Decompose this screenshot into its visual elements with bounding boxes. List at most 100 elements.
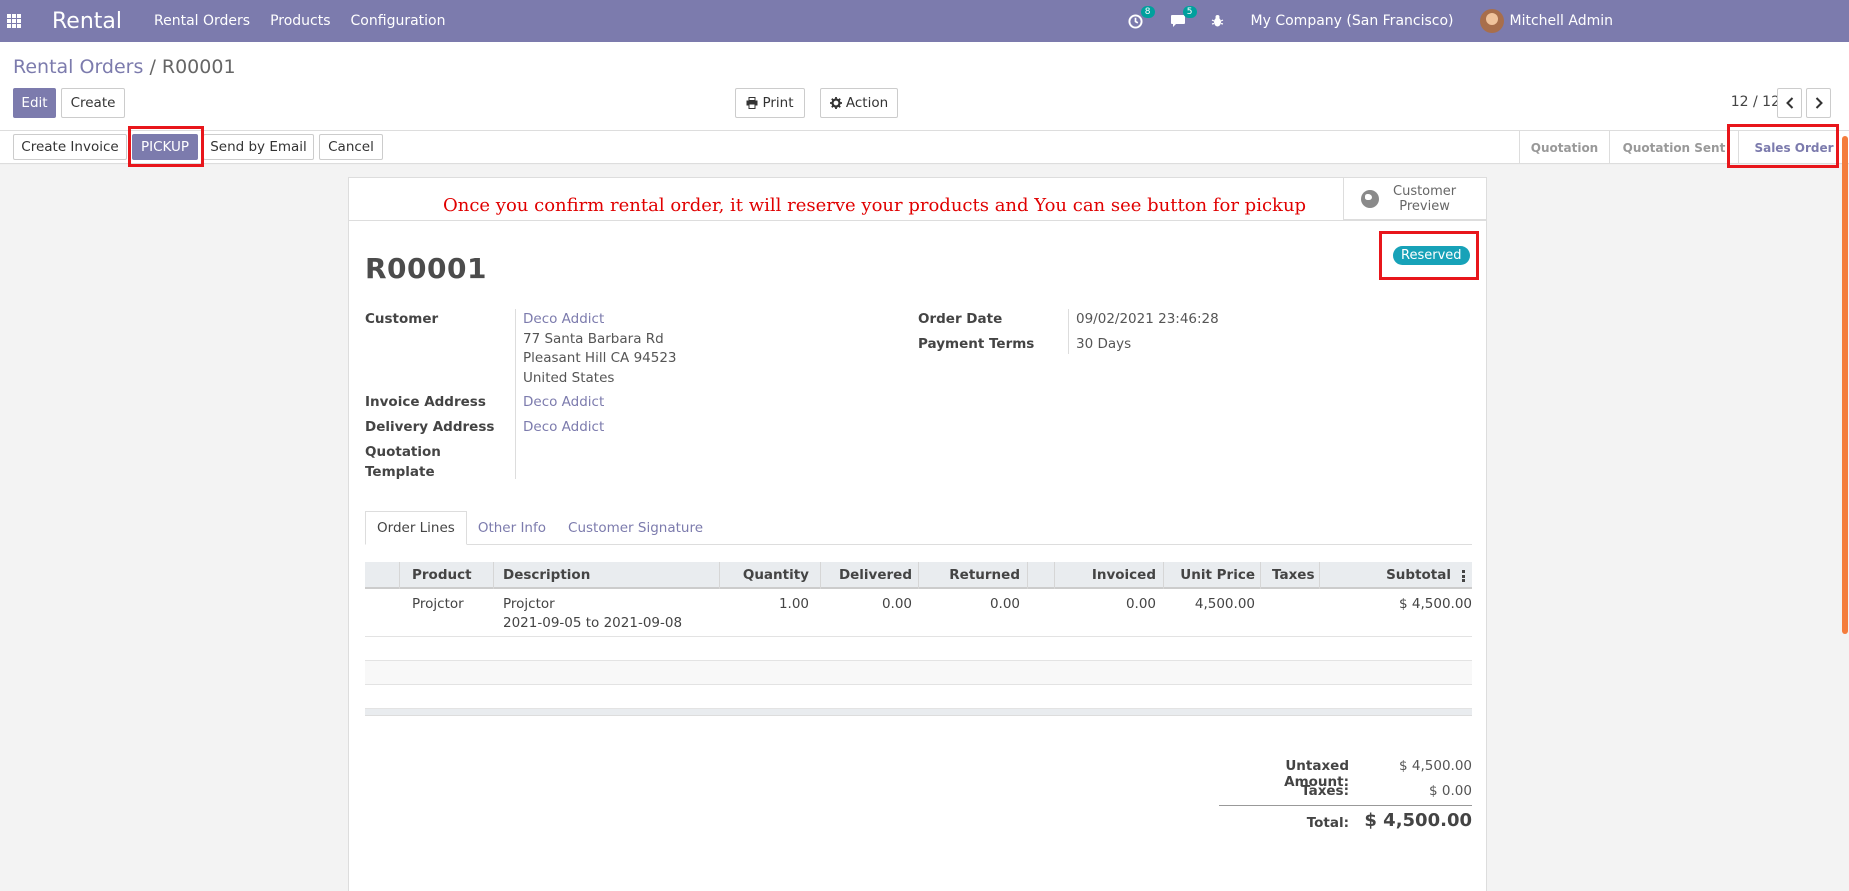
column-header-quantity[interactable]: Quantity xyxy=(719,562,809,589)
create-button[interactable]: Create xyxy=(61,88,125,118)
customer-preview-line2: Preview xyxy=(1399,198,1450,214)
column-header-delivered[interactable]: Delivered xyxy=(820,562,912,589)
column-separator xyxy=(1260,562,1261,589)
chevron-right-icon xyxy=(1815,97,1823,109)
pager-value[interactable]: 12 / 12 xyxy=(1731,94,1780,110)
row-unit-price: 4,500.00 xyxy=(1194,596,1255,612)
totals-divider xyxy=(1219,805,1472,806)
column-header-subtotal[interactable]: Subtotal xyxy=(1319,562,1451,589)
payment-terms-value: 30 Days xyxy=(1076,336,1132,352)
customer-address-line3: United States xyxy=(523,370,615,386)
empty-table-row xyxy=(365,637,1472,661)
delivery-address-link[interactable]: Deco Addict xyxy=(523,417,604,437)
reserved-highlight-box xyxy=(1379,231,1479,280)
invoice-address-link[interactable]: Deco Addict xyxy=(523,392,604,412)
state-quotation-sent[interactable]: Quotation Sent xyxy=(1609,131,1738,164)
breadcrumb-separator: / xyxy=(149,56,156,78)
row-description-line1: Projctor xyxy=(503,596,555,612)
apps-menu-icon[interactable] xyxy=(7,14,21,28)
create-invoice-button[interactable]: Create Invoice xyxy=(13,134,127,160)
edit-button[interactable]: Edit xyxy=(13,88,56,118)
company-switcher[interactable]: My Company (San Francisco) xyxy=(1251,13,1454,29)
tab-customer-signature[interactable]: Customer Signature xyxy=(557,511,714,545)
page-scrollbar[interactable] xyxy=(1842,136,1848,634)
row-product: Projctor xyxy=(412,596,464,612)
state-quotation[interactable]: Quotation xyxy=(1519,131,1609,164)
tab-other-info[interactable]: Other Info xyxy=(467,511,557,545)
cancel-button[interactable]: Cancel xyxy=(319,134,383,160)
table-footer xyxy=(365,709,1472,716)
user-menu[interactable]: Mitchell Admin xyxy=(1510,13,1614,29)
column-header-taxes[interactable]: Taxes xyxy=(1272,562,1314,589)
column-header-invoiced[interactable]: Invoiced xyxy=(1054,562,1156,589)
messages-chat-icon[interactable]: 5 xyxy=(1169,6,1197,30)
customer-preview-label: Customer Preview xyxy=(1393,184,1456,214)
form-sheet: Once you confirm rental order, it will r… xyxy=(348,177,1487,891)
print-label: Print xyxy=(762,95,794,111)
sales-order-highlight-box xyxy=(1727,124,1839,168)
order-lines-table: Product Description Quantity Delivered R… xyxy=(365,562,1472,716)
gear-icon xyxy=(829,97,842,109)
user-avatar[interactable] xyxy=(1479,9,1504,33)
top-navbar: Rental Rental Orders Products Configurat… xyxy=(0,0,1849,42)
pager-previous-button[interactable] xyxy=(1777,88,1802,118)
printer-icon xyxy=(746,97,758,109)
main-menu: Rental Orders Products Configuration xyxy=(154,13,465,29)
optional-columns-kebab-icon[interactable] xyxy=(1462,570,1465,582)
field-divider-right xyxy=(1068,309,1069,354)
order-date-label: Order Date xyxy=(918,311,1003,327)
quotation-template-label: Quotation Template xyxy=(365,442,441,482)
customer-preview-button[interactable]: Customer Preview xyxy=(1343,178,1486,220)
order-reference: R00001 xyxy=(365,252,487,285)
taxes-label: Taxes: xyxy=(1301,783,1349,799)
untaxed-amount-value: $ 4,500.00 xyxy=(1399,758,1472,774)
row-subtotal: $ 4,500.00 xyxy=(1399,596,1472,612)
customer-address-line1: 77 Santa Barbara Rd xyxy=(523,331,664,347)
column-header-returned[interactable]: Returned xyxy=(918,562,1020,589)
menu-item-configuration[interactable]: Configuration xyxy=(351,13,446,29)
message-count-badge: 5 xyxy=(1182,6,1197,18)
column-header-product[interactable]: Product xyxy=(412,562,472,589)
debug-bug-icon[interactable] xyxy=(1209,12,1227,30)
annotation-notice: Once you confirm rental order, it will r… xyxy=(443,195,1307,216)
print-button[interactable]: Print xyxy=(735,88,805,118)
customer-link[interactable]: Deco Addict xyxy=(523,309,604,329)
breadcrumb: Rental Orders / R00001 xyxy=(13,56,236,78)
breadcrumb-rental-orders[interactable]: Rental Orders xyxy=(13,56,143,78)
column-separator xyxy=(493,562,494,589)
pager-next-button[interactable] xyxy=(1806,88,1831,118)
customer-preview-line1: Customer xyxy=(1393,183,1457,199)
quotation-template-label-line2: Template xyxy=(365,464,435,480)
app-brand[interactable]: Rental xyxy=(52,9,122,34)
notebook-tabs: Order Lines Other Info Customer Signatur… xyxy=(365,511,714,545)
menu-item-products[interactable]: Products xyxy=(270,13,330,29)
send-by-email-button[interactable]: Send by Email xyxy=(203,134,314,160)
action-label: Action xyxy=(845,95,889,111)
breadcrumb-current: R00001 xyxy=(161,56,236,78)
row-description-line2: 2021-09-05 to 2021-09-08 xyxy=(503,615,683,631)
empty-table-row xyxy=(365,685,1472,709)
form-statusbar: Create Invoice PICKUP Send by Email Canc… xyxy=(0,130,1849,164)
table-header: Product Description Quantity Delivered R… xyxy=(365,562,1472,589)
total-value: $ 4,500.00 xyxy=(1364,810,1472,831)
column-separator xyxy=(399,562,400,589)
empty-table-row xyxy=(365,661,1472,685)
button-box-divider xyxy=(349,220,1486,221)
field-divider-left xyxy=(515,309,516,479)
pickup-highlight-box xyxy=(128,126,204,167)
activity-clock-icon[interactable]: 8 xyxy=(1127,6,1155,30)
row-returned: 0.00 xyxy=(989,596,1020,612)
column-separator xyxy=(1027,562,1028,589)
action-button[interactable]: Action xyxy=(820,88,898,118)
tab-order-lines[interactable]: Order Lines xyxy=(365,511,467,545)
column-header-description[interactable]: Description xyxy=(503,562,590,589)
chevron-left-icon xyxy=(1785,97,1793,109)
control-panel: Rental Orders / R00001 Edit Create Print… xyxy=(0,42,1849,130)
row-delivered: 0.00 xyxy=(881,596,912,612)
row-quantity: 1.00 xyxy=(778,596,809,612)
menu-item-rental-orders[interactable]: Rental Orders xyxy=(154,13,250,29)
row-invoiced: 0.00 xyxy=(1125,596,1156,612)
navbar-systray: 8 5 My Company (San Francisco) Mitchell … xyxy=(1127,0,1849,42)
table-row[interactable]: Projctor Projctor 2021-09-05 to 2021-09-… xyxy=(365,589,1472,637)
column-header-unit-price[interactable]: Unit Price xyxy=(1163,562,1255,589)
